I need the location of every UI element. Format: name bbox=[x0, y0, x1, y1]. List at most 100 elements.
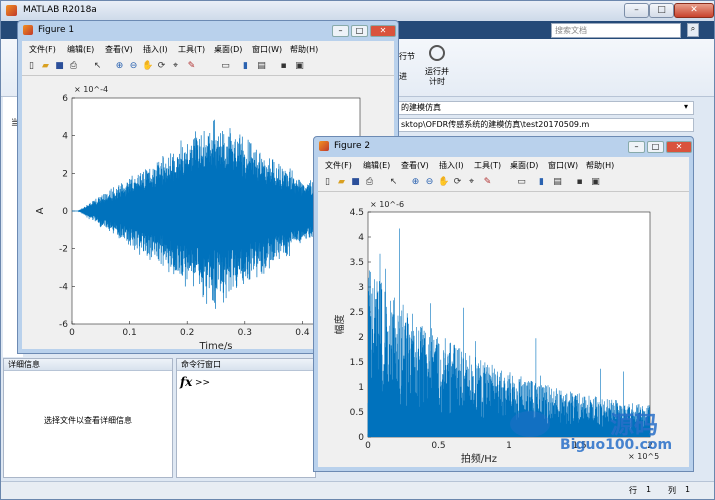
watermark-site: Biguo100.com bbox=[560, 437, 673, 453]
rotate-icon[interactable]: ⟳ bbox=[156, 61, 167, 72]
link-plot-icon[interactable]: ▭ bbox=[220, 61, 231, 72]
y-tick-label: 2.5 bbox=[350, 308, 364, 318]
status-bar: 行 1 列 1 bbox=[1, 481, 714, 499]
x-tick-label: 0.5 bbox=[431, 441, 445, 451]
new-figure-icon[interactable]: ▯ bbox=[322, 177, 333, 188]
menu-insert[interactable]: 插入(I) bbox=[143, 44, 168, 55]
x-tick-label: 0.4 bbox=[295, 328, 310, 338]
run-section-label[interactable]: 行节 bbox=[399, 51, 415, 62]
fx-icon: fx bbox=[180, 375, 193, 389]
matlab-title: MATLAB R2018a bbox=[23, 5, 97, 15]
figure-1-title-bar[interactable]: Figure 1 – □ ✕ bbox=[18, 21, 398, 41]
menu-view[interactable]: 查看(V) bbox=[105, 44, 133, 55]
chevron-down-icon[interactable]: ▾ bbox=[684, 102, 688, 111]
advance-label[interactable]: 进 bbox=[399, 71, 407, 82]
current-folder-field[interactable]: 的建模仿真 bbox=[398, 101, 694, 115]
close-button[interactable]: ✕ bbox=[666, 141, 692, 153]
show-plot-tools-icon[interactable]: ▣ bbox=[294, 61, 305, 72]
pointer-icon[interactable]: ↖ bbox=[92, 61, 103, 72]
legend-icon[interactable]: ▤ bbox=[256, 61, 267, 72]
print-icon[interactable]: ⎙ bbox=[364, 177, 375, 188]
run-and-time-label[interactable]: 运行并计时 bbox=[423, 67, 451, 87]
print-icon[interactable]: ⎙ bbox=[68, 61, 79, 72]
x-tick-label: 0.1 bbox=[122, 328, 136, 338]
x-axis-label: 拍频/Hz bbox=[461, 452, 497, 465]
maximize-button[interactable]: □ bbox=[649, 3, 674, 18]
run-and-time-icon[interactable] bbox=[429, 45, 445, 61]
pointer-icon[interactable]: ↖ bbox=[388, 177, 399, 188]
row-value: 1 bbox=[646, 485, 652, 494]
menu-help[interactable]: 帮助(H) bbox=[290, 44, 318, 55]
search-docs-input[interactable]: 搜索文档 bbox=[551, 23, 681, 38]
figure-1-menubar: 文件(F) 编辑(E) 查看(V) 插入(I) 工具(T) 桌面(D) 窗口(W… bbox=[22, 41, 394, 58]
y-tick-label: 1.5 bbox=[350, 358, 364, 368]
menu-edit[interactable]: 编辑(E) bbox=[67, 44, 94, 55]
colorbar-icon[interactable]: ▮ bbox=[240, 61, 251, 72]
details-message: 选择文件以查看详细信息 bbox=[44, 416, 132, 425]
maximize-button[interactable]: □ bbox=[351, 25, 368, 37]
command-window[interactable]: 命令行窗口 fx >> bbox=[176, 358, 316, 478]
maximize-button[interactable]: □ bbox=[647, 141, 664, 153]
link-plot-icon[interactable]: ▭ bbox=[516, 177, 527, 188]
rotate-icon[interactable]: ⟳ bbox=[452, 177, 463, 188]
pan-icon[interactable]: ✋ bbox=[438, 177, 449, 188]
menu-desktop[interactable]: 桌面(D) bbox=[214, 44, 242, 55]
menu-window[interactable]: 窗口(W) bbox=[548, 160, 578, 171]
zoom-in-icon[interactable]: ⊕ bbox=[410, 177, 421, 188]
open-file-icon[interactable]: ▰ bbox=[40, 61, 51, 72]
matlab-logo-icon bbox=[6, 5, 17, 16]
minimize-button[interactable]: – bbox=[624, 3, 649, 18]
x-tick-label: 0 bbox=[365, 441, 371, 451]
y-tick-label: -2 bbox=[59, 245, 68, 255]
zoom-out-icon[interactable]: ⊖ bbox=[424, 177, 435, 188]
col-label: 列 bbox=[668, 486, 676, 495]
figure-2-menubar: 文件(F) 编辑(E) 查看(V) 插入(I) 工具(T) 桌面(D) 窗口(W… bbox=[318, 157, 689, 174]
close-button[interactable]: ✕ bbox=[370, 25, 396, 37]
y-tick-label: 4 bbox=[358, 233, 364, 243]
menu-file[interactable]: 文件(F) bbox=[29, 44, 56, 55]
y-tick-label: 0.5 bbox=[350, 408, 364, 418]
colorbar-icon[interactable]: ▮ bbox=[536, 177, 547, 188]
matlab-title-bar: MATLAB R2018a – □ ✕ bbox=[1, 1, 714, 21]
y-tick-label: 4.5 bbox=[350, 208, 364, 218]
y-tick-label: 4 bbox=[62, 132, 68, 142]
command-prompt[interactable]: >> bbox=[195, 378, 210, 388]
brush-icon[interactable]: ✎ bbox=[186, 61, 197, 72]
menu-view[interactable]: 查看(V) bbox=[401, 160, 429, 171]
menu-file[interactable]: 文件(F) bbox=[325, 160, 352, 171]
minimize-button[interactable]: – bbox=[332, 25, 349, 37]
close-button[interactable]: ✕ bbox=[674, 3, 714, 18]
menu-tools[interactable]: 工具(T) bbox=[474, 160, 501, 171]
zoom-out-icon[interactable]: ⊖ bbox=[128, 61, 139, 72]
new-figure-icon[interactable]: ▯ bbox=[26, 61, 37, 72]
editor-file-path: sktop\OFDR传感系统的建模仿真\test20170509.m bbox=[398, 118, 694, 132]
open-file-icon[interactable]: ▰ bbox=[336, 177, 347, 188]
data-cursor-icon[interactable]: ⌖ bbox=[466, 177, 477, 188]
menu-help[interactable]: 帮助(H) bbox=[586, 160, 614, 171]
menu-desktop[interactable]: 桌面(D) bbox=[510, 160, 538, 171]
data-cursor-icon[interactable]: ⌖ bbox=[170, 61, 181, 72]
legend-icon[interactable]: ▤ bbox=[552, 177, 563, 188]
minimize-button[interactable]: – bbox=[628, 141, 645, 153]
save-icon[interactable]: ■ bbox=[54, 61, 65, 72]
hide-plot-tools-icon[interactable]: ▪ bbox=[278, 61, 289, 72]
x-tick-label: 0.3 bbox=[238, 328, 252, 338]
figure-2-title: Figure 2 bbox=[334, 141, 371, 151]
y-tick-label: 0 bbox=[62, 207, 68, 217]
menu-insert[interactable]: 插入(I) bbox=[439, 160, 464, 171]
hide-plot-tools-icon[interactable]: ▪ bbox=[574, 177, 585, 188]
figure-1-toolbar: ▯ ▰ ■ ⎙ ↖ ⊕ ⊖ ✋ ⟳ ⌖ ✎ ▭ ▮ ▤ ▪ ▣ bbox=[22, 58, 394, 76]
menu-tools[interactable]: 工具(T) bbox=[178, 44, 205, 55]
menu-window[interactable]: 窗口(W) bbox=[252, 44, 282, 55]
menu-edit[interactable]: 编辑(E) bbox=[363, 160, 390, 171]
show-plot-tools-icon[interactable]: ▣ bbox=[590, 177, 601, 188]
x-tick-label: 0 bbox=[69, 328, 75, 338]
figure-2-title-bar[interactable]: Figure 2 – □ ✕ bbox=[314, 137, 693, 157]
y-axis-label: A bbox=[35, 207, 46, 214]
brush-icon[interactable]: ✎ bbox=[482, 177, 493, 188]
save-icon[interactable]: ■ bbox=[350, 177, 361, 188]
search-icon[interactable]: ⌕ bbox=[687, 23, 699, 37]
y-exponent-label: × 10^-4 bbox=[74, 85, 108, 94]
pan-icon[interactable]: ✋ bbox=[142, 61, 153, 72]
zoom-in-icon[interactable]: ⊕ bbox=[114, 61, 125, 72]
